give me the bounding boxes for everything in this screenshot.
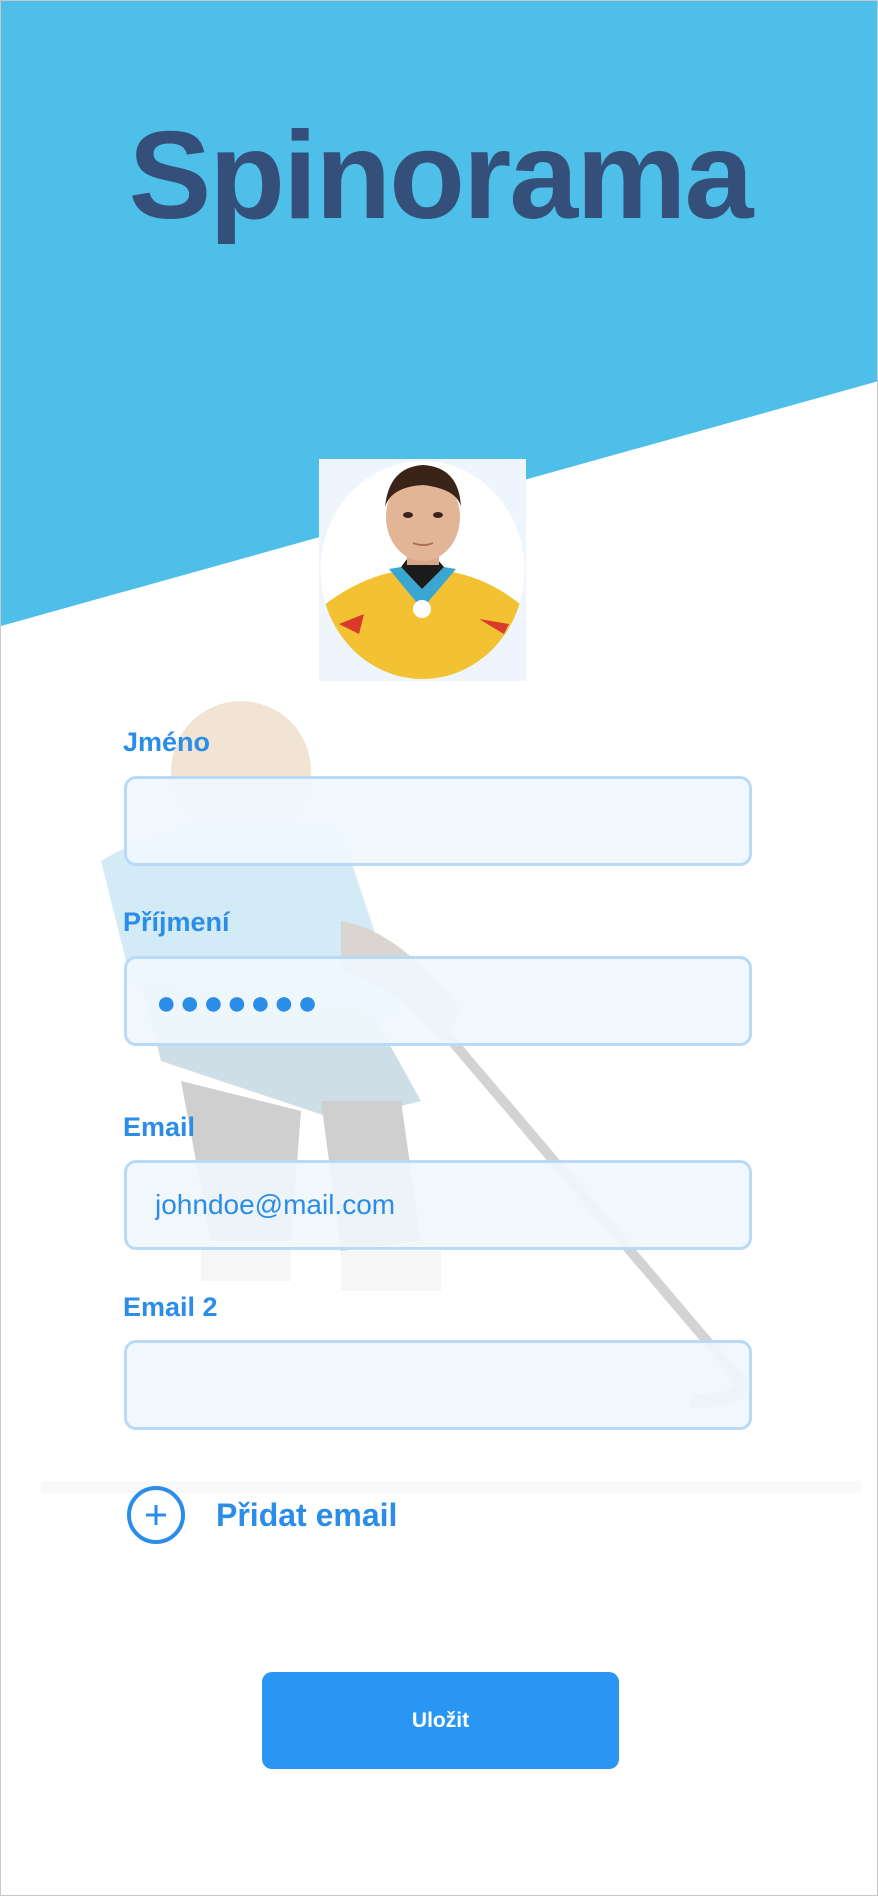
profile-avatar[interactable]: [319, 459, 526, 681]
email2-label: Email 2: [123, 1292, 218, 1322]
player-photo-icon: [319, 459, 526, 681]
first-name-label: Jméno: [123, 727, 211, 757]
email-input[interactable]: [124, 1160, 752, 1250]
last-name-label: Příjmení: [123, 907, 230, 937]
save-button[interactable]: Uložit: [262, 1672, 619, 1769]
email-label: Email: [123, 1112, 196, 1142]
last-name-input[interactable]: [124, 956, 752, 1046]
add-email-button[interactable]: Přidat email: [126, 1485, 397, 1545]
app-screen: Spinorama Jméno Příjmení ●●●●●●● Email j…: [0, 0, 878, 1896]
first-name-input[interactable]: [124, 776, 752, 866]
email2-input[interactable]: [124, 1340, 752, 1430]
plus-circle-icon: [127, 1486, 185, 1544]
add-email-label: Přidat email: [216, 1497, 398, 1533]
app-title: Spinorama: [128, 107, 754, 245]
